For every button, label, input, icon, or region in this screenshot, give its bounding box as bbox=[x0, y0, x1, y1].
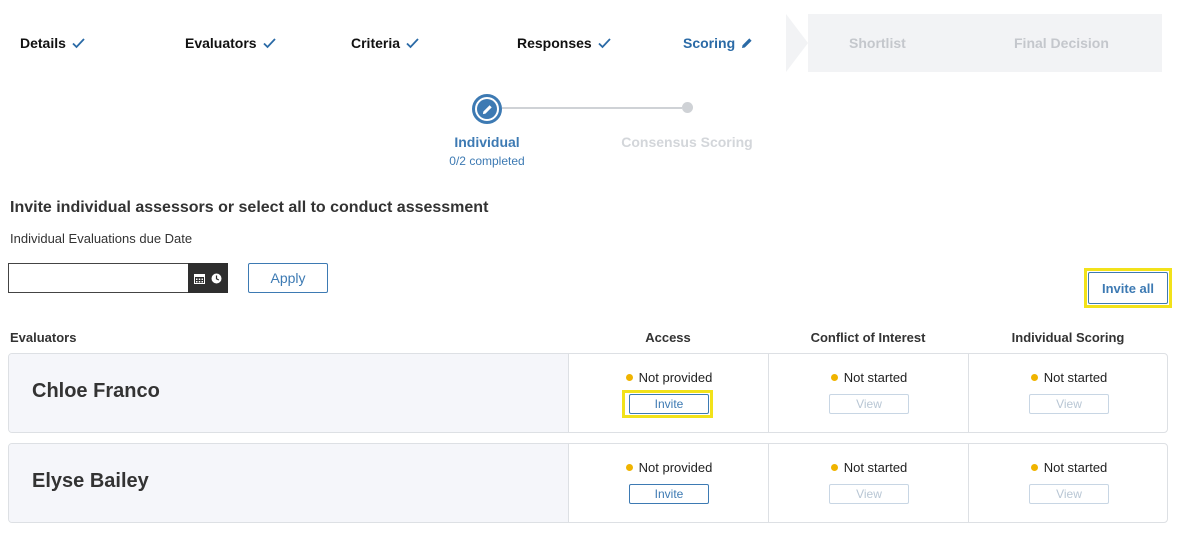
view-scoring-button[interactable]: View bbox=[1029, 394, 1109, 414]
step-criteria-label: Criteria bbox=[351, 35, 401, 51]
access-status: Not provided bbox=[569, 370, 769, 385]
apply-button[interactable]: Apply bbox=[248, 263, 328, 293]
column-header-conflict: Conflict of Interest bbox=[810, 330, 926, 345]
access-status-text: Not provided bbox=[638, 370, 713, 385]
invite-all-button[interactable]: Invite all bbox=[1088, 272, 1168, 304]
scoring-status-text: Not started bbox=[1043, 460, 1108, 475]
instructions-heading: Invite individual assessors or select al… bbox=[10, 199, 489, 216]
individual-progress: 0/2 completed bbox=[449, 154, 525, 168]
invite-button[interactable]: Invite bbox=[629, 484, 709, 504]
consensus-step-label: Consensus Scoring bbox=[621, 134, 753, 150]
access-status: Not provided bbox=[569, 460, 769, 475]
step-details[interactable]: Details bbox=[20, 14, 85, 72]
pencil-icon bbox=[482, 104, 492, 114]
due-date-picker bbox=[8, 263, 228, 293]
step-evaluators-label: Evaluators bbox=[185, 35, 257, 51]
access-status-text: Not provided bbox=[638, 460, 713, 475]
conflict-status-text: Not started bbox=[843, 370, 908, 385]
consensus-step-marker bbox=[682, 102, 693, 113]
scoring-sub-stepper: Individual 0/2 completed Consensus Scori… bbox=[0, 94, 1180, 174]
date-time-buttons bbox=[188, 263, 228, 293]
status-dot-icon bbox=[1030, 374, 1038, 381]
invite-highlight bbox=[622, 390, 713, 418]
check-icon bbox=[406, 37, 419, 48]
due-date-input[interactable] bbox=[8, 263, 188, 293]
step-criteria[interactable]: Criteria bbox=[351, 14, 419, 72]
conflict-status: Not started bbox=[769, 370, 969, 385]
step-navigation: Details Evaluators Criteria Responses Sc… bbox=[0, 14, 1162, 72]
status-dot-icon bbox=[830, 374, 838, 381]
conflict-status: Not started bbox=[769, 460, 969, 475]
view-conflict-button[interactable]: View bbox=[829, 484, 909, 504]
view-scoring-button[interactable]: View bbox=[1029, 484, 1109, 504]
pencil-icon bbox=[742, 38, 752, 48]
scoring-cell: Not started View bbox=[968, 354, 1167, 432]
check-icon bbox=[72, 37, 85, 48]
evaluator-name: Elyse Bailey bbox=[32, 470, 149, 492]
clock-icon[interactable] bbox=[211, 273, 222, 284]
step-scoring[interactable]: Scoring bbox=[683, 14, 753, 72]
scoring-status: Not started bbox=[969, 370, 1167, 385]
stepper-connector bbox=[502, 107, 682, 109]
step-scoring-label: Scoring bbox=[683, 35, 736, 51]
column-header-evaluators: Evaluators bbox=[10, 330, 77, 345]
step-final-decision[interactable]: Final Decision bbox=[1014, 14, 1109, 72]
scoring-status-text: Not started bbox=[1043, 370, 1108, 385]
conflict-status-text: Not started bbox=[843, 460, 908, 475]
step-responses-label: Responses bbox=[517, 35, 592, 51]
step-final-decision-label: Final Decision bbox=[1014, 35, 1109, 51]
access-cell: Not provided Invite bbox=[569, 444, 769, 522]
scoring-cell: Not started View bbox=[968, 444, 1167, 522]
evaluator-name-cell: Elyse Bailey bbox=[9, 444, 569, 522]
conflict-cell: Not started View bbox=[768, 354, 968, 432]
status-dot-icon bbox=[830, 464, 838, 471]
calendar-icon[interactable] bbox=[194, 273, 205, 284]
evaluator-row: Elyse Bailey Not provided Invite Not sta… bbox=[8, 443, 1168, 523]
column-header-access: Access bbox=[645, 330, 691, 345]
check-icon bbox=[598, 37, 611, 48]
scoring-status: Not started bbox=[969, 460, 1167, 475]
step-shortlist-label: Shortlist bbox=[849, 35, 906, 51]
check-icon bbox=[262, 37, 276, 48]
step-details-label: Details bbox=[20, 35, 66, 51]
individual-step-marker[interactable] bbox=[472, 94, 502, 124]
step-shortlist[interactable]: Shortlist bbox=[849, 14, 906, 72]
status-dot-icon bbox=[625, 464, 633, 471]
column-header-scoring: Individual Scoring bbox=[1011, 330, 1125, 345]
status-dot-icon bbox=[1030, 464, 1038, 471]
evaluator-row: Chloe Franco Not provided Invite Not sta… bbox=[8, 353, 1168, 433]
step-evaluators[interactable]: Evaluators bbox=[185, 14, 276, 72]
status-dot-icon bbox=[625, 374, 633, 381]
view-conflict-button[interactable]: View bbox=[829, 394, 909, 414]
step-responses[interactable]: Responses bbox=[517, 14, 611, 72]
evaluator-name: Chloe Franco bbox=[32, 380, 160, 402]
individual-step-label: Individual bbox=[454, 134, 520, 150]
conflict-cell: Not started View bbox=[768, 444, 968, 522]
due-date-label: Individual Evaluations due Date bbox=[10, 231, 193, 246]
evaluator-name-cell: Chloe Franco bbox=[9, 354, 569, 432]
